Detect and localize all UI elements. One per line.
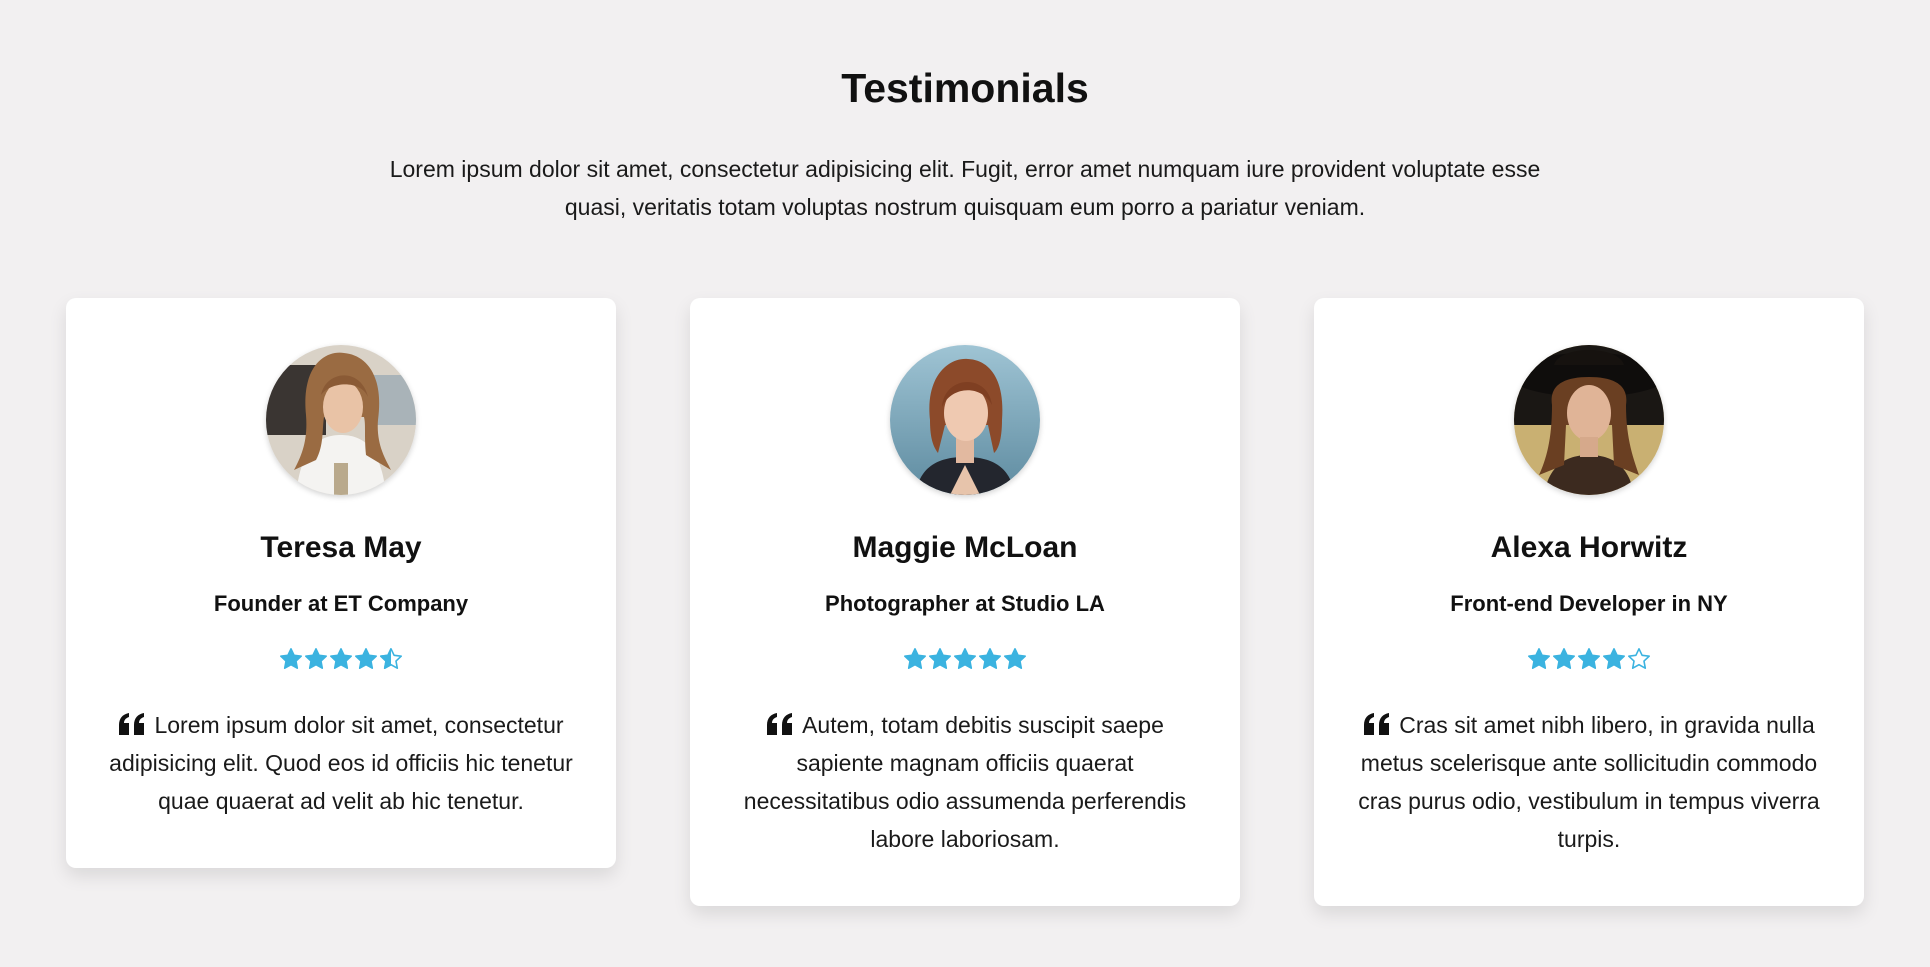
testimonial-quote: Lorem ipsum dolor sit amet, consectetur … <box>106 706 576 820</box>
star-full-icon <box>904 648 926 669</box>
star-rating <box>66 647 616 675</box>
portrait-photo-alexa <box>1514 345 1664 495</box>
quote-text: Lorem ipsum dolor sit amet, consectetur … <box>109 712 573 814</box>
testimonial-name: Maggie McLoan <box>852 531 1078 564</box>
testimonial-name: Teresa May <box>260 531 422 564</box>
portrait-photo-maggie <box>890 345 1040 495</box>
quote-text: Autem, totam debitis suscipit saepe sapi… <box>743 712 1187 852</box>
testimonial-card-3: Alexa Horwitz Front-end Developer in NY … <box>1314 298 1864 906</box>
star-empty-icon <box>1628 648 1650 669</box>
star-full-icon <box>1578 648 1600 669</box>
avatar <box>266 345 416 495</box>
testimonial-card-1: Teresa May Founder at ET Company Lorem i… <box>66 298 616 868</box>
quote-left-icon <box>1364 713 1390 735</box>
portrait-photo-teresa <box>266 345 416 495</box>
testimonial-role: Front-end Developer in NY <box>1450 591 1728 616</box>
star-full-icon <box>1553 648 1575 669</box>
testimonial-role: Founder at ET Company <box>213 591 469 616</box>
section-intro: Lorem ipsum dolor sit amet, consectetur … <box>389 156 1541 220</box>
testimonials-section: Testimonials Lorem ipsum dolor sit amet,… <box>0 0 1930 967</box>
star-full-icon <box>1004 648 1026 669</box>
star-full-icon <box>1528 648 1550 669</box>
testimonial-quote: Autem, totam debitis suscipit saepe sapi… <box>730 706 1200 858</box>
star-rating <box>690 647 1240 675</box>
testimonial-name: Alexa Horwitz <box>1490 531 1688 564</box>
quote-left-icon <box>119 713 145 735</box>
quote-left-icon <box>767 713 793 735</box>
star-full-icon <box>280 648 302 669</box>
star-full-icon <box>355 648 377 669</box>
testimonial-quote: Cras sit amet nibh libero, in gravida nu… <box>1354 706 1824 858</box>
star-full-icon <box>1603 648 1625 669</box>
quote-text: Cras sit amet nibh libero, in gravida nu… <box>1358 712 1820 852</box>
testimonial-card-2: Maggie McLoan Photographer at Studio LA … <box>690 298 1240 906</box>
star-full-icon <box>954 648 976 669</box>
avatar <box>890 345 1040 495</box>
star-full-icon <box>330 648 352 669</box>
star-full-icon <box>305 648 327 669</box>
star-rating <box>1314 647 1864 675</box>
star-half-icon <box>380 648 402 669</box>
testimonial-role: Photographer at Studio LA <box>825 591 1105 616</box>
star-full-icon <box>929 648 951 669</box>
avatar <box>1514 345 1664 495</box>
star-full-icon <box>979 648 1001 669</box>
section-title: Testimonials <box>841 65 1089 111</box>
